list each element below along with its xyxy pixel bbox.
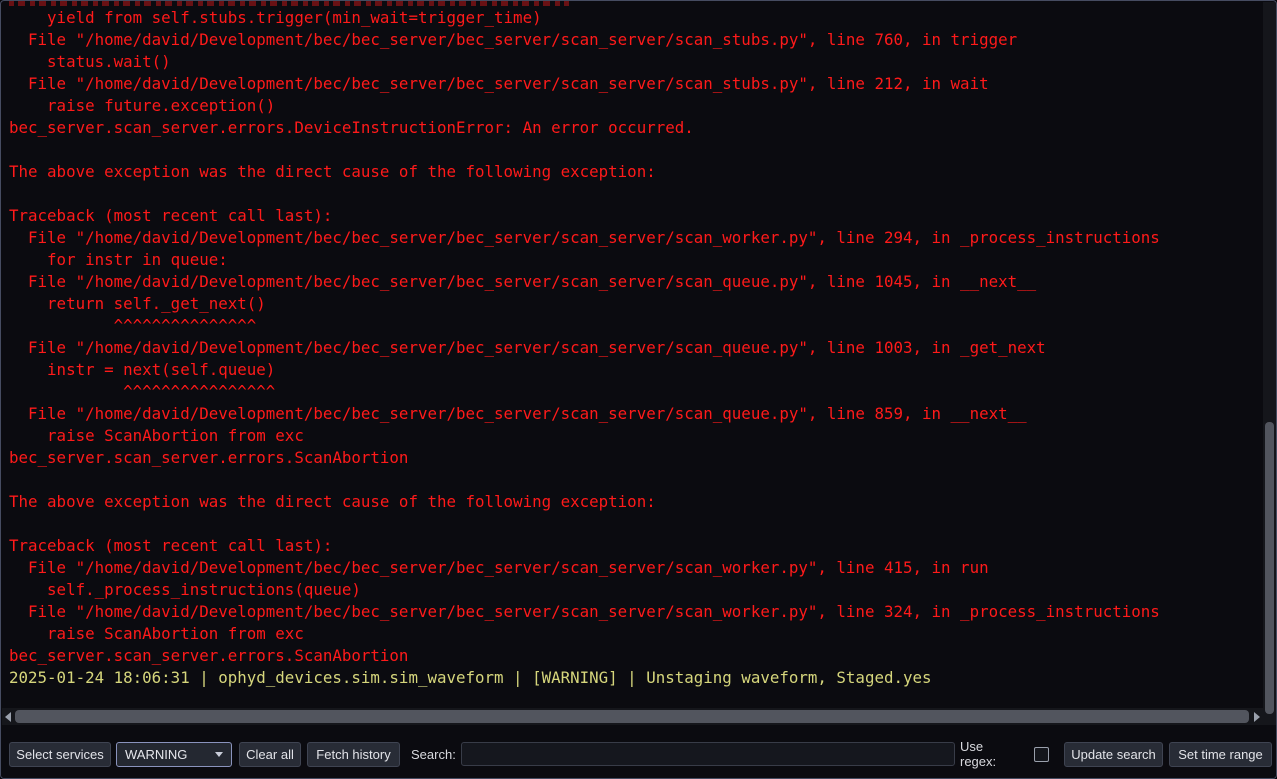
log-line: File "/home/david/Development/bec/bec_se…	[9, 403, 1160, 425]
log-line: return self._get_next()	[9, 293, 1160, 315]
use-regex-checkbox[interactable]	[1034, 747, 1049, 762]
log-line: File "/home/david/Development/bec/bec_se…	[9, 29, 1160, 51]
search-input[interactable]	[461, 742, 955, 766]
log-line: The above exception was the direct cause…	[9, 161, 1160, 183]
log-line: The above exception was the direct cause…	[9, 491, 1160, 513]
log-line: File "/home/david/Development/bec/bec_se…	[9, 73, 1160, 95]
log-output[interactable]: yield from self.stubs.trigger(min_wait=t…	[1, 1, 1263, 707]
log-line: bec_server.scan_server.errors.DeviceInst…	[9, 117, 1160, 139]
scroll-left-arrow-icon[interactable]	[2, 708, 14, 725]
horizontal-scrollbar-handle[interactable]	[15, 710, 1249, 723]
update-search-button[interactable]: Update search	[1064, 742, 1163, 767]
toolbar: Select services WARNING Clear all Fetch …	[1, 730, 1276, 778]
log-line: File "/home/david/Development/bec/bec_se…	[9, 557, 1160, 579]
search-label: Search:	[411, 747, 453, 762]
log-line: bec_server.scan_server.errors.ScanAborti…	[9, 645, 1160, 667]
log-line: File "/home/david/Development/bec/bec_se…	[9, 337, 1160, 359]
log-line: File "/home/david/Development/bec/bec_se…	[9, 227, 1160, 249]
vertical-scrollbar-handle[interactable]	[1265, 422, 1274, 714]
fetch-history-button[interactable]: Fetch history	[307, 742, 400, 767]
log-line: File "/home/david/Development/bec/bec_se…	[9, 601, 1160, 623]
clear-all-button[interactable]: Clear all	[239, 742, 301, 767]
scroll-right-arrow-icon[interactable]	[1251, 708, 1263, 725]
log-line: ^^^^^^^^^^^^^^^	[9, 315, 1160, 337]
select-services-button[interactable]: Select services	[9, 742, 111, 767]
log-line: raise future.exception()	[9, 95, 1160, 117]
horizontal-scrollbar[interactable]	[2, 708, 1263, 725]
log-line	[9, 139, 1160, 161]
log-line: File "/home/david/Development/bec/bec_se…	[9, 271, 1160, 293]
log-line: Traceback (most recent call last):	[9, 205, 1160, 227]
log-line: yield from self.stubs.trigger(min_wait=t…	[9, 7, 1160, 29]
log-level-value: WARNING	[125, 747, 187, 762]
log-line	[9, 469, 1160, 491]
log-line: for instr in queue:	[9, 249, 1160, 271]
log-line: 2025-01-24 18:06:31 | ophyd_devices.sim.…	[9, 667, 1160, 689]
log-line	[9, 513, 1160, 535]
log-line: bec_server.scan_server.errors.ScanAborti…	[9, 447, 1160, 469]
use-regex-label: Use regex:	[960, 739, 1018, 769]
vertical-scrollbar[interactable]	[1263, 2, 1276, 725]
log-line: raise ScanAbortion from exc	[9, 425, 1160, 447]
log-level-dropdown[interactable]: WARNING	[116, 742, 232, 767]
horizontal-scrollbar-track[interactable]	[14, 708, 1251, 725]
log-line: instr = next(self.queue)	[9, 359, 1160, 381]
clipped-log-line	[9, 1, 569, 6]
log-line: ^^^^^^^^^^^^^^^^	[9, 381, 1160, 403]
log-line: status.wait()	[9, 51, 1160, 73]
log-line: Traceback (most recent call last):	[9, 535, 1160, 557]
log-line: self._process_instructions(queue)	[9, 579, 1160, 601]
set-time-range-button[interactable]: Set time range	[1169, 742, 1272, 767]
chevron-down-icon	[215, 752, 223, 757]
log-line: raise ScanAbortion from exc	[9, 623, 1160, 645]
log-lines: yield from self.stubs.trigger(min_wait=t…	[1, 7, 1160, 689]
log-line	[9, 183, 1160, 205]
log-viewer-window: yield from self.stubs.trigger(min_wait=t…	[0, 0, 1277, 779]
